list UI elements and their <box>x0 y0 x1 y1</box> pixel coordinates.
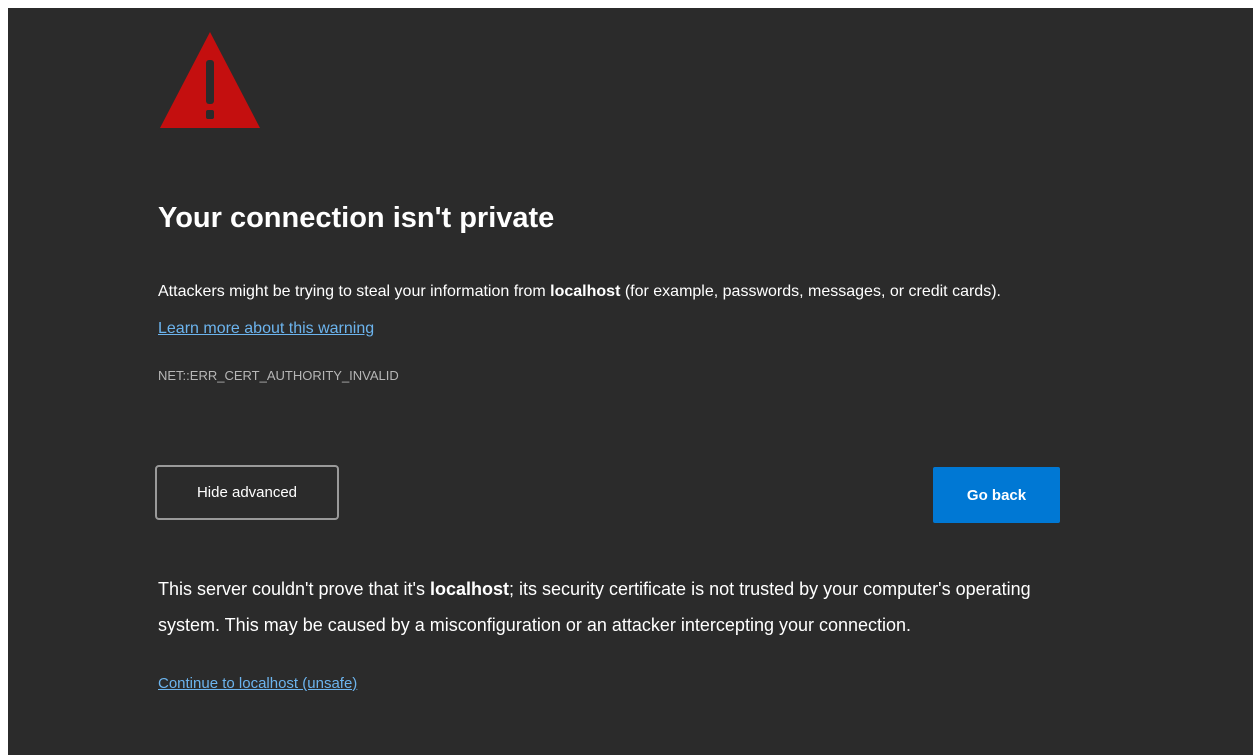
details-host: localhost <box>430 579 510 599</box>
page-title: Your connection isn't private <box>158 202 555 234</box>
hide-advanced-button[interactable]: Hide advanced <box>155 465 339 520</box>
intro-text-after: (for example, passwords, messages, or cr… <box>620 283 1001 300</box>
interstitial-page: Your connection isn't private Attackers … <box>8 8 1253 755</box>
warning-description: Attackers might be trying to steal your … <box>158 273 1038 347</box>
warning-triangle-icon <box>160 32 260 128</box>
intro-host: localhost <box>550 283 621 300</box>
learn-more-link[interactable]: Learn more about this warning <box>158 320 374 337</box>
advanced-details: This server couldn't prove that it's loc… <box>158 571 1058 643</box>
continue-unsafe-link[interactable]: Continue to localhost (unsafe) <box>158 675 357 692</box>
details-text-before: This server couldn't prove that it's <box>158 579 430 599</box>
intro-text-before: Attackers might be trying to steal your … <box>158 283 551 300</box>
go-back-button[interactable]: Go back <box>933 467 1060 523</box>
error-code: NET::ERR_CERT_AUTHORITY_INVALID <box>158 368 399 383</box>
